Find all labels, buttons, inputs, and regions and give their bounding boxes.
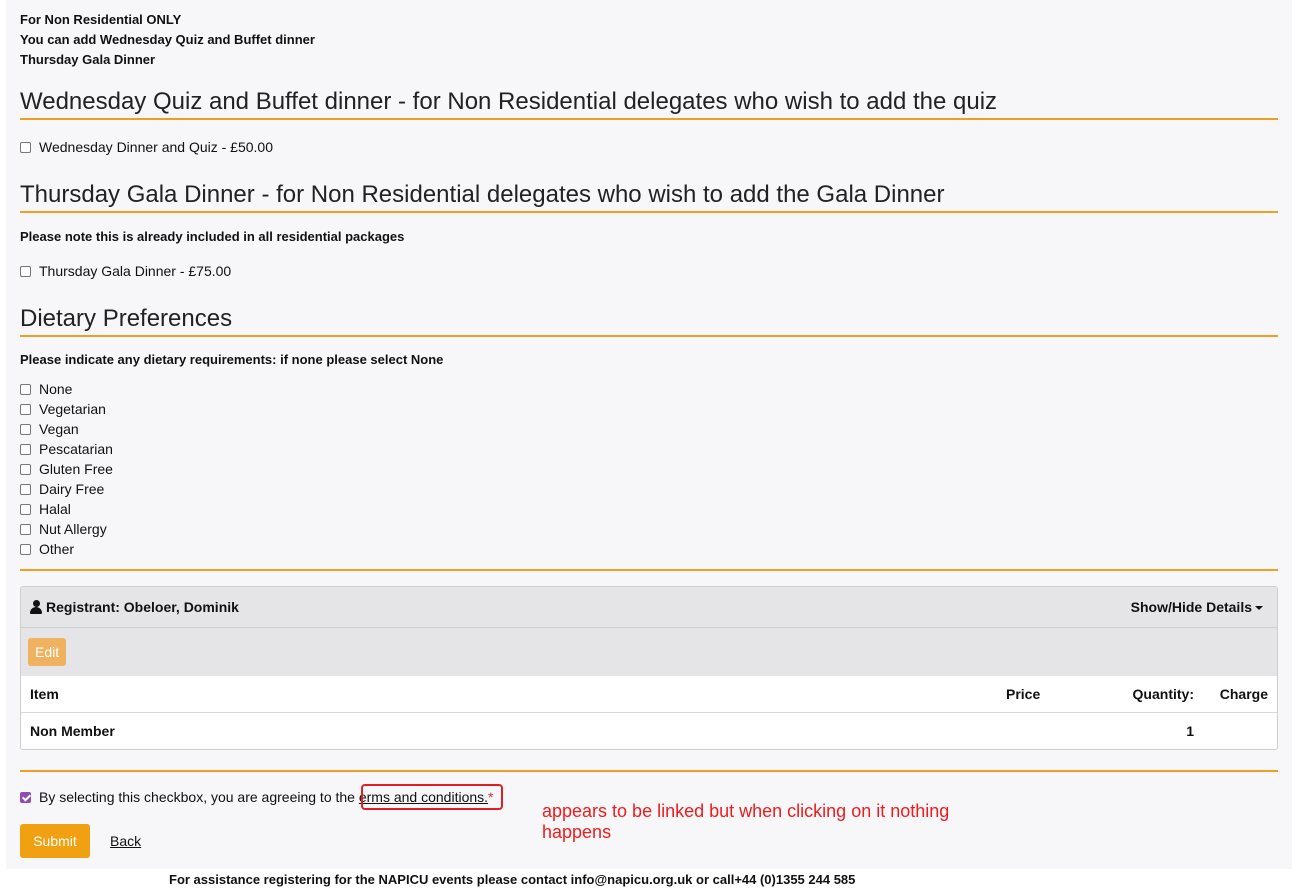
- dietary-heading: Dietary Preferences: [20, 305, 1278, 337]
- row-price: [997, 713, 1095, 750]
- intro-line-1: For Non Residential ONLY: [20, 12, 182, 27]
- dietary-option-other[interactable]: Other: [20, 539, 74, 559]
- terms-checkbox[interactable]: [20, 791, 31, 803]
- dietary-note: Please indicate any dietary requirements…: [20, 352, 444, 367]
- dietary-option-label: Nut Allergy: [39, 521, 107, 537]
- wednesday-option-label: Wednesday Dinner and Quiz - £50.00: [39, 139, 273, 155]
- back-link[interactable]: Back: [110, 833, 141, 849]
- section-divider: [20, 569, 1278, 571]
- row-charge: [1203, 713, 1277, 750]
- thursday-heading: Thursday Gala Dinner - for Non Residenti…: [20, 181, 1278, 213]
- row-item: Non Member: [30, 723, 115, 739]
- terms-prefix: By selecting this checkbox, you are agre…: [39, 789, 359, 805]
- dietary-option-vegetarian[interactable]: Vegetarian: [20, 399, 106, 419]
- annotation-highlight-box: [361, 784, 503, 810]
- intro-line-2: You can add Wednesday Quiz and Buffet di…: [20, 32, 315, 47]
- show-hide-details-toggle[interactable]: Show/Hide Details: [1131, 599, 1263, 615]
- edit-bar: Edit: [21, 628, 1277, 676]
- dietary-option-label: Vegan: [39, 421, 79, 437]
- registrant-label: Registrant: Obeloer, Dominik: [46, 599, 239, 615]
- registrant-panel: Registrant: Obeloer, Dominik Show/Hide D…: [20, 586, 1278, 750]
- dietary-option-label: Gluten Free: [39, 461, 113, 477]
- dietary-checkbox[interactable]: [20, 443, 31, 455]
- caret-down-icon: [1255, 606, 1263, 611]
- dietary-option-none[interactable]: None: [20, 379, 72, 399]
- dietary-option-pescatarian[interactable]: Pescatarian: [20, 439, 113, 459]
- dietary-option-dairy-free[interactable]: Dairy Free: [20, 479, 104, 499]
- dietary-option-label: Pescatarian: [39, 441, 113, 457]
- registrant-header: Registrant: Obeloer, Dominik Show/Hide D…: [21, 587, 1277, 628]
- table-row: Non Member 1: [21, 713, 1277, 750]
- intro-line-3: Thursday Gala Dinner: [20, 52, 156, 67]
- dietary-checkbox[interactable]: [20, 383, 31, 395]
- thursday-note: Please note this is already included in …: [20, 229, 405, 244]
- section-divider: [20, 770, 1278, 772]
- thursday-checkbox[interactable]: [20, 265, 31, 277]
- dietary-checkbox[interactable]: [20, 483, 31, 495]
- dietary-option-halal[interactable]: Halal: [20, 499, 71, 519]
- dietary-option-vegan[interactable]: Vegan: [20, 419, 79, 439]
- intro-text: For Non Residential ONLY You can add Wed…: [20, 10, 315, 70]
- edit-button[interactable]: Edit: [28, 638, 67, 666]
- dietary-option-label: Vegetarian: [39, 401, 106, 417]
- wednesday-heading: Wednesday Quiz and Buffet dinner - for N…: [20, 88, 1278, 120]
- table-header-row: Item Price Quantity: Charge: [21, 676, 1277, 713]
- column-item: Item: [21, 676, 997, 713]
- dietary-checkbox[interactable]: [20, 463, 31, 475]
- registrant-items-table: Item Price Quantity: Charge Non Member 1: [21, 676, 1277, 749]
- footer-contact: For assistance registering for the NAPIC…: [169, 872, 856, 887]
- dietary-checkbox[interactable]: [20, 403, 31, 415]
- column-charge: Charge: [1203, 676, 1277, 713]
- column-price: Price: [997, 676, 1095, 713]
- thursday-option[interactable]: Thursday Gala Dinner - £75.00: [20, 261, 231, 281]
- submit-button[interactable]: Submit: [20, 824, 90, 858]
- wednesday-checkbox[interactable]: [20, 141, 31, 153]
- dietary-option-nut-allergy[interactable]: Nut Allergy: [20, 519, 107, 539]
- row-quantity: 1: [1186, 723, 1194, 739]
- dietary-checkbox[interactable]: [20, 523, 31, 535]
- wednesday-option[interactable]: Wednesday Dinner and Quiz - £50.00: [20, 137, 273, 157]
- dietary-option-gluten-free[interactable]: Gluten Free: [20, 459, 113, 479]
- thursday-option-label: Thursday Gala Dinner - £75.00: [39, 263, 232, 279]
- dietary-checkbox[interactable]: [20, 423, 31, 435]
- dietary-checkbox[interactable]: [20, 543, 31, 555]
- dietary-option-label: Dairy Free: [39, 481, 105, 497]
- dietary-checkbox[interactable]: [20, 503, 31, 515]
- dietary-option-label: Other: [39, 541, 75, 557]
- annotation-note: appears to be linked but when clicking o…: [542, 801, 950, 842]
- dietary-option-label: Halal: [39, 501, 71, 517]
- dietary-option-label: None: [39, 381, 73, 397]
- show-hide-details-label: Show/Hide Details: [1130, 599, 1252, 615]
- user-icon: [29, 600, 43, 614]
- column-quantity: Quantity:: [1095, 676, 1203, 713]
